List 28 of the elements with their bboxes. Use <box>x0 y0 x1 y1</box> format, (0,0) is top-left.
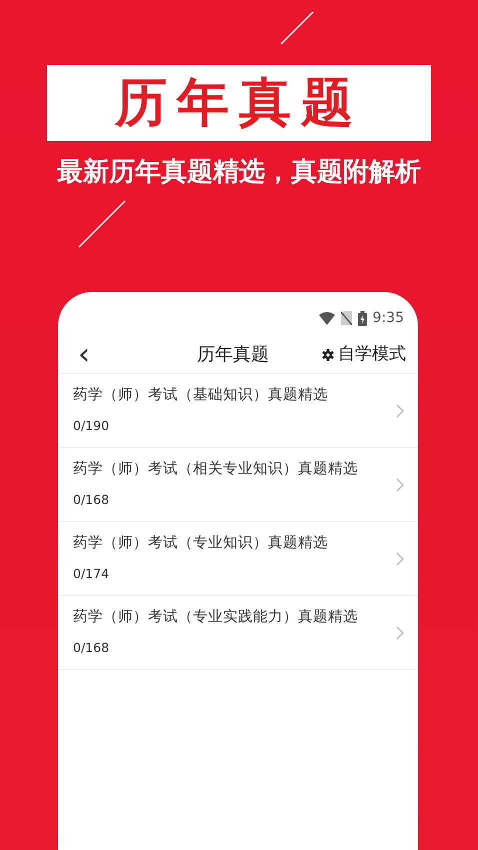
progress-count: 0/168 <box>73 639 110 658</box>
back-button[interactable]: ‹ <box>74 340 94 370</box>
banner-title: 历年真题 <box>115 77 363 129</box>
progress-count: 0/190 <box>73 417 110 436</box>
exam-title: 药学（师）考试（专业实践能力）真题精选 <box>73 608 359 628</box>
exam-list-item[interactable]: 药学（师）考试（专业知识）真题精选 0/174 <box>58 522 418 596</box>
progress-count: 0/168 <box>73 491 110 510</box>
chevron-right-icon <box>396 626 404 640</box>
exam-title: 药学（师）考试（基础知识）真题精选 <box>73 386 329 406</box>
exam-list-item[interactable]: 药学（师）考试（专业实践能力）真题精选 0/168 <box>58 596 418 670</box>
gear-icon <box>322 348 334 361</box>
status-time: 9:35 <box>372 308 404 328</box>
battery-icon <box>358 310 367 326</box>
exam-list-item[interactable]: 药学（师）考试（基础知识）真题精选 0/190 <box>58 374 418 448</box>
banner-subtitle: 最新历年真题精选，真题附解析 <box>56 157 422 188</box>
wifi-icon <box>318 312 335 325</box>
slash-line <box>77 199 127 249</box>
no-sim-icon <box>340 311 352 326</box>
exam-list-item[interactable]: 药学（师）考试（相关专业知识）真题精选 0/168 <box>58 448 418 522</box>
page-title: 历年真题 <box>196 343 270 368</box>
chevron-right-icon <box>396 404 404 418</box>
progress-count: 0/174 <box>73 565 110 584</box>
exam-title: 药学（师）考试（专业知识）真题精选 <box>73 534 329 554</box>
exam-title: 药学（师）考试（相关专业知识）真题精选 <box>73 460 359 480</box>
chevron-right-icon <box>396 478 404 492</box>
chevron-right-icon <box>396 552 404 566</box>
self-study-mode-button[interactable]: 自学模式 <box>322 342 406 368</box>
slash-line <box>279 10 315 46</box>
